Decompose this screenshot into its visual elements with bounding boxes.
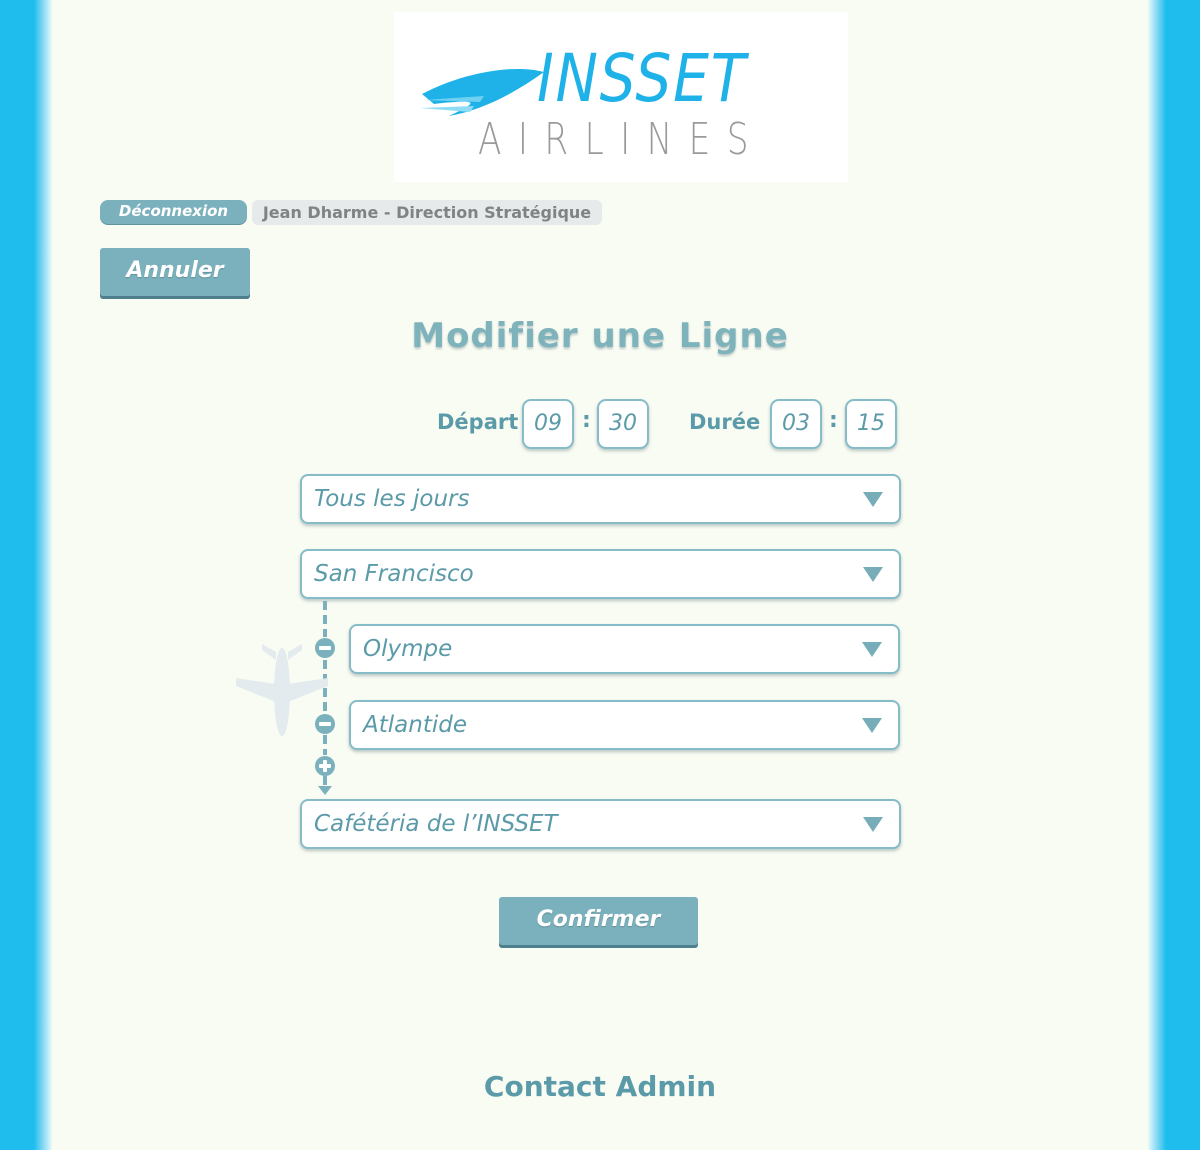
duration-minutes-input[interactable]: 15 [845,399,897,449]
logo: INSSET AIRLINES [394,12,848,182]
duration-hours-input[interactable]: 03 [770,399,822,449]
cancel-button[interactable]: Annuler [100,248,250,296]
minus-circle-icon [319,646,331,650]
minus-circle-icon [319,722,331,726]
departure-minutes-input[interactable]: 30 [597,399,649,449]
contact-admin-link[interactable]: Contact Admin [0,1070,1200,1103]
departure-hours-input[interactable]: 09 [522,399,574,449]
frequency-value: Tous les jours [314,486,470,512]
stop-2-select[interactable]: Atlantide [349,700,900,750]
duration-label: Durée [689,410,761,434]
origin-select[interactable]: San Francisco [300,549,901,599]
triangle-down-icon [862,642,882,657]
current-user-label: Jean Dharme - Direction Stratégique [252,200,602,225]
plus-circle-icon-bar [323,760,327,772]
destination-select[interactable]: Cafétéria de l’INSSET [300,799,901,849]
page-title: Modifier une Ligne [411,316,789,356]
remove-stop-2-button[interactable] [315,714,335,734]
right-border [1148,0,1200,1150]
confirm-button[interactable]: Confirmer [499,897,698,945]
route-line [323,776,327,786]
logo-subtitle: AIRLINES [478,114,765,165]
arrow-down-icon [318,786,332,795]
time-separator: : [582,408,591,433]
add-stop-button[interactable] [315,756,335,776]
triangle-down-icon [863,567,883,582]
remove-stop-1-button[interactable] [315,638,335,658]
logo-wordmark: INSSET [537,40,748,117]
triangle-down-icon [863,817,883,832]
logout-button[interactable]: Déconnexion [100,200,247,224]
destination-value: Cafétéria de l’INSSET [314,811,558,837]
triangle-down-icon [862,718,882,733]
frequency-select[interactable]: Tous les jours [300,474,901,524]
stop-1-select[interactable]: Olympe [349,624,900,674]
departure-label: Départ [437,410,519,434]
triangle-down-icon [863,492,883,507]
route-line [323,601,327,637]
stop-1-value: Olympe [363,636,453,662]
stop-2-value: Atlantide [363,712,467,738]
time-separator: : [829,408,838,433]
origin-value: San Francisco [314,561,474,587]
plane-icon [236,644,328,736]
left-border [0,0,52,1150]
